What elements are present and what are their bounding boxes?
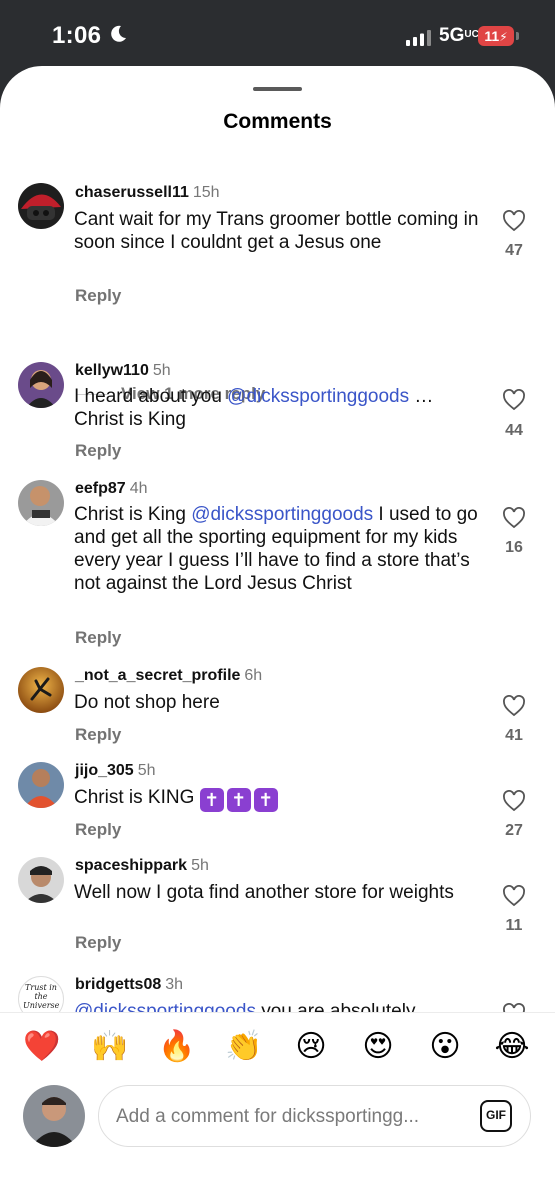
avatar[interactable] [18,857,64,903]
username[interactable]: chaserussell11 [75,184,189,201]
avatar[interactable] [18,480,64,526]
heart-icon[interactable] [502,695,526,717]
comments-list[interactable]: chaserussell11 15h Cant wait for my Trans… [0,176,555,1012]
username[interactable]: kellyw110 [75,362,149,379]
avatar[interactable] [18,183,64,229]
heart-icon[interactable] [502,790,526,812]
comment-header: _not_a_secret_profile 6h [75,667,262,685]
comment-age: 4h [129,480,148,497]
heart-icon[interactable] [502,507,526,529]
battery-indicator: 11⚡ [478,26,514,46]
moon-icon [111,25,126,42]
username[interactable]: eefp87 [75,480,126,497]
cross-emoji: ✝ [253,788,278,812]
username[interactable]: jijo_305 [75,762,134,779]
avatar[interactable] [18,667,64,713]
sheet-title: Comments [223,110,332,133]
reply-button[interactable]: Reply [75,441,121,461]
reaction-crying[interactable]: 😢 [291,1027,331,1067]
comment-age: 5h [191,857,209,874]
avatar[interactable] [18,762,64,808]
like-count: 41 [505,727,523,744]
reaction-fire[interactable]: 🔥 [157,1027,197,1067]
heart-icon[interactable] [502,389,526,411]
comment-age: 3h [165,976,184,993]
reaction-surprised[interactable]: 😮 [425,1027,465,1067]
heart-icon[interactable] [502,1003,526,1012]
avatar[interactable]: Trust in the Universe [18,976,64,1012]
mention-link[interactable]: @dickssportinggoods [74,1001,256,1012]
avatar-text: Trust in the Universe [23,983,60,1010]
comment-header: bridgetts08 3h [75,976,183,994]
comment-header: eefp87 4h [75,480,148,498]
comments-sheet: Comments chaserussell11 15h Cant wait for… [0,66,555,1200]
comment-header: jijo_305 5h [75,762,156,780]
reaction-heart[interactable]: ❤️ [22,1027,62,1067]
heart-icon[interactable] [502,885,526,907]
comment-age: 6h [244,667,263,684]
current-user-avatar[interactable] [23,1085,85,1147]
reaction-clap[interactable]: 👏 [224,1027,264,1067]
cross-emoji: ✝ [199,788,224,812]
reply-button[interactable]: Reply [75,628,121,648]
comment-text: Christ is KING ✝ ✝ ✝ [74,786,484,812]
gif-button[interactable]: GIF [480,1100,512,1132]
comment-text: Cant wait for my Trans groomer bottle co… [74,209,479,253]
like-count: 47 [505,242,523,259]
reaction-raised-hands[interactable]: 🙌 [90,1027,130,1067]
heart-icon[interactable] [502,210,526,232]
reply-button[interactable]: Reply [75,286,121,306]
like-count: 27 [505,822,523,839]
avatar[interactable] [18,362,64,408]
status-bar: 1:06 5GUC 11⚡ [0,0,555,70]
comment-age: 5h [152,362,171,379]
like-count: 11 [505,917,523,934]
comment-header: spaceshippark 5h [75,857,209,875]
reaction-heart-eyes[interactable]: 😍 [358,1027,398,1067]
comment-text: Well now I gota find another store for w… [74,882,454,903]
comment-input[interactable] [116,1102,456,1132]
cross-emoji: ✝ [226,788,251,812]
status-time: 1:06 [52,22,102,49]
drag-handle[interactable] [253,87,302,91]
like-count: 16 [505,539,523,556]
comment-text: @dickssportinggoods you are absolutely [74,1000,484,1012]
reply-button[interactable]: Reply [75,933,121,953]
comment-input-wrapper: GIF [98,1085,531,1147]
reply-button[interactable]: Reply [75,725,121,745]
comment-text: Do not shop here [74,692,220,713]
signal-icon [406,30,431,46]
comment-header: chaserussell11 15h [75,184,220,202]
mention-link[interactable]: @dickssportinggoods [191,504,373,525]
comment-text: I heard about you @dickssportinggoods … … [74,386,434,430]
mention-link[interactable]: @dickssportinggoods [227,386,409,407]
reply-button[interactable]: Reply [75,820,121,840]
like-count: 44 [505,422,523,439]
reaction-laughing[interactable]: 😂 [492,1027,532,1067]
comment-age: 5h [137,762,156,779]
quick-reactions: ❤️ 🙌 🔥 👏 😢 😍 😮 😂 [0,1027,555,1067]
comment-text: Christ is King @dickssportinggoods I use… [74,504,478,594]
username[interactable]: spaceshippark [75,857,187,874]
comment-header: kellyw110 5h [75,362,171,380]
username[interactable]: bridgetts08 [75,976,161,993]
username[interactable]: _not_a_secret_profile [75,667,240,684]
comment-age: 15h [192,184,220,201]
composer-bar: ❤️ 🙌 🔥 👏 😢 😍 😮 😂 GIF [0,1012,555,1200]
network-label: 5GUC [439,25,479,46]
battery-cap [516,32,519,40]
